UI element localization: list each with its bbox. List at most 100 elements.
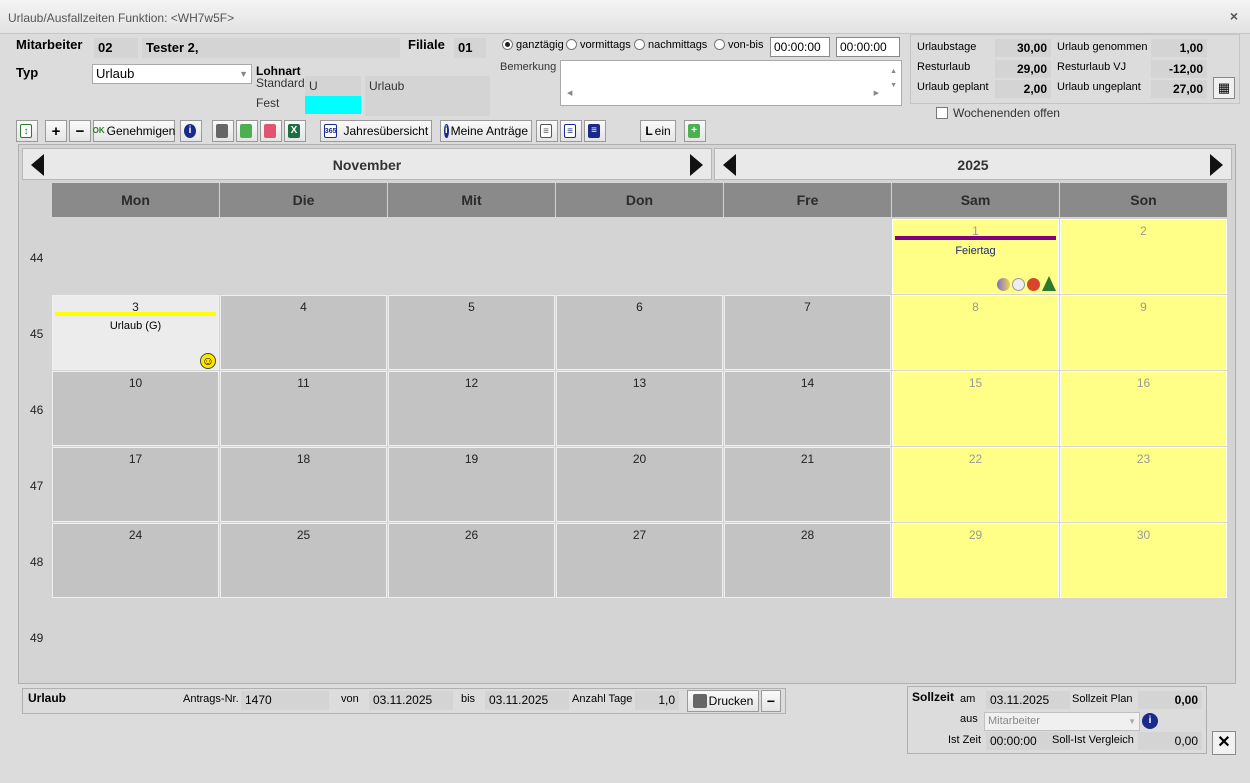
day-cell-29[interactable]: 29 [892,523,1059,598]
excel-button[interactable]: X [284,120,306,142]
day-cell-9[interactable]: 9 [1060,295,1227,370]
print-red-button[interactable] [260,120,282,142]
request-days-value: 1,0 [635,691,679,710]
time-to-input[interactable]: 00:00:00 [836,37,900,57]
print-green-button[interactable] [236,120,258,142]
lohnart-standard-name: Urlaub [365,76,490,96]
ghost-icon [1012,278,1025,291]
day-cell-15[interactable]: 15 [892,371,1059,446]
weekends-checkbox[interactable]: Wochenenden offen [936,106,1060,120]
day-cell-23[interactable]: 23 [1060,447,1227,522]
year-label: 2025 [957,157,989,173]
day-cell-7[interactable]: 7 [724,295,891,370]
request-from-label: von [341,693,359,705]
day-header-don: Don [556,183,723,217]
close-button[interactable]: ✕ [1212,731,1236,755]
print-request-button[interactable]: Drucken [687,690,759,712]
day-cell-6[interactable]: 6 [556,295,723,370]
type-select[interactable]: Urlaub ▼ [92,64,252,84]
radio-nachmittags[interactable]: nachmittags [634,39,707,51]
genommen-label: Urlaub genommen [1057,41,1148,53]
day-cell-24[interactable]: 24 [52,523,219,598]
day-number: 26 [464,528,479,542]
day-cell-11[interactable]: 11 [220,371,387,446]
remove-button[interactable]: − [69,120,91,142]
my-requests-button[interactable]: i Meine Anträge [440,120,532,142]
refresh-button[interactable]: ↕ [16,120,38,142]
day-cell-18[interactable]: 18 [220,447,387,522]
year-next-icon[interactable] [1210,154,1223,176]
l-ein-button[interactable]: Lein [640,120,676,142]
window-titlebar: Urlaub/Ausfallzeiten Funktion: <WH7w5F> … [0,0,1250,34]
day-cell-19[interactable]: 19 [388,447,555,522]
time-mode-panel: ganztägig vormittags nachmittags von-bis… [494,34,906,110]
info-icon[interactable]: i [1142,713,1158,729]
remark-textarea[interactable]: ▲ ▼ ◀ ▶ [560,60,902,106]
radio-on-icon [502,39,513,50]
day-cell-2[interactable]: 2 [1060,219,1227,294]
radio-off-icon [634,39,645,50]
chevron-down-icon[interactable]: ▼ [1128,713,1136,730]
radio-von-bis[interactable]: von-bis [714,39,763,51]
add-entries-button[interactable]: + [684,120,706,142]
sollzeit-aus-select[interactable]: Mitarbeiter ▼ [984,712,1140,731]
genommen-value: 1,00 [1151,39,1207,57]
day-cell-22[interactable]: 22 [892,447,1059,522]
employee-number: 02 [94,38,138,58]
day-cell-16[interactable]: 16 [1060,371,1227,446]
day-number: 29 [968,528,983,542]
list-button-2[interactable]: ≡ [560,120,582,142]
day-cell-30[interactable]: 30 [1060,523,1227,598]
month-next-icon[interactable] [690,154,703,176]
day-cell-14[interactable]: 14 [724,371,891,446]
day-header-mon: Mon [52,183,219,217]
info-button[interactable]: i [180,120,202,142]
scroll-down-icon[interactable]: ▼ [890,77,897,95]
week-number: 47 [30,479,44,493]
year-overview-button[interactable]: 365 Jahresübersicht [320,120,432,142]
approve-button[interactable]: OK Genehmigen [93,120,175,142]
day-cell-3[interactable]: 3 Urlaub (G) ☺ [52,295,219,370]
day-number: 18 [296,452,311,466]
holiday-bar [895,236,1056,240]
day-cell-13[interactable]: 13 [556,371,723,446]
chevron-down-icon[interactable]: ▼ [239,65,248,83]
day-cell-8[interactable]: 8 [892,295,1059,370]
day-cell-1[interactable]: 1 Feiertag [892,219,1059,294]
request-minus-button[interactable]: − [761,690,781,712]
ungeplant-value: 27,00 [1151,80,1207,98]
scroll-right-icon[interactable]: ▶ [874,85,879,103]
type-label: Typ [16,65,39,80]
add-button[interactable]: + [45,120,67,142]
day-cell-5[interactable]: 5 [388,295,555,370]
request-panel: Urlaub Antrags-Nr. 1470 von 03.11.2025 b… [22,688,786,714]
radio-vormittags[interactable]: vormittags [566,39,631,51]
sollzeit-am-label: am [960,693,976,705]
window-close-icon[interactable]: × [1230,8,1238,24]
request-from-value: 03.11.2025 [369,691,453,710]
printer-red-icon [264,124,276,138]
day-cell-26[interactable]: 26 [388,523,555,598]
list-button-1[interactable]: ≡ [536,120,558,142]
day-number: 13 [632,376,647,390]
day-cell-12[interactable]: 12 [388,371,555,446]
request-days-label: Anzahl Tage [572,693,633,705]
radio-ganztaegig[interactable]: ganztägig [502,39,564,51]
day-cell-20[interactable]: 20 [556,447,723,522]
day-cell-4[interactable]: 4 [220,295,387,370]
day-cell-10[interactable]: 10 [52,371,219,446]
print-button[interactable] [212,120,234,142]
list-button-3[interactable]: ≡ [584,120,606,142]
day-cell-21[interactable]: 21 [724,447,891,522]
week-number: 48 [30,555,44,569]
sollzeit-plan-value: 0,00 [1138,691,1202,709]
day-cell-28[interactable]: 28 [724,523,891,598]
calculator-icon[interactable]: ▦ [1213,77,1235,99]
day-cell-27[interactable]: 27 [556,523,723,598]
scroll-left-icon[interactable]: ◀ [567,85,572,103]
day-cell-17[interactable]: 17 [52,447,219,522]
day-number: 4 [300,300,307,314]
time-from-input[interactable]: 00:00:00 [770,37,830,57]
day-number: 25 [296,528,311,542]
day-cell-25[interactable]: 25 [220,523,387,598]
